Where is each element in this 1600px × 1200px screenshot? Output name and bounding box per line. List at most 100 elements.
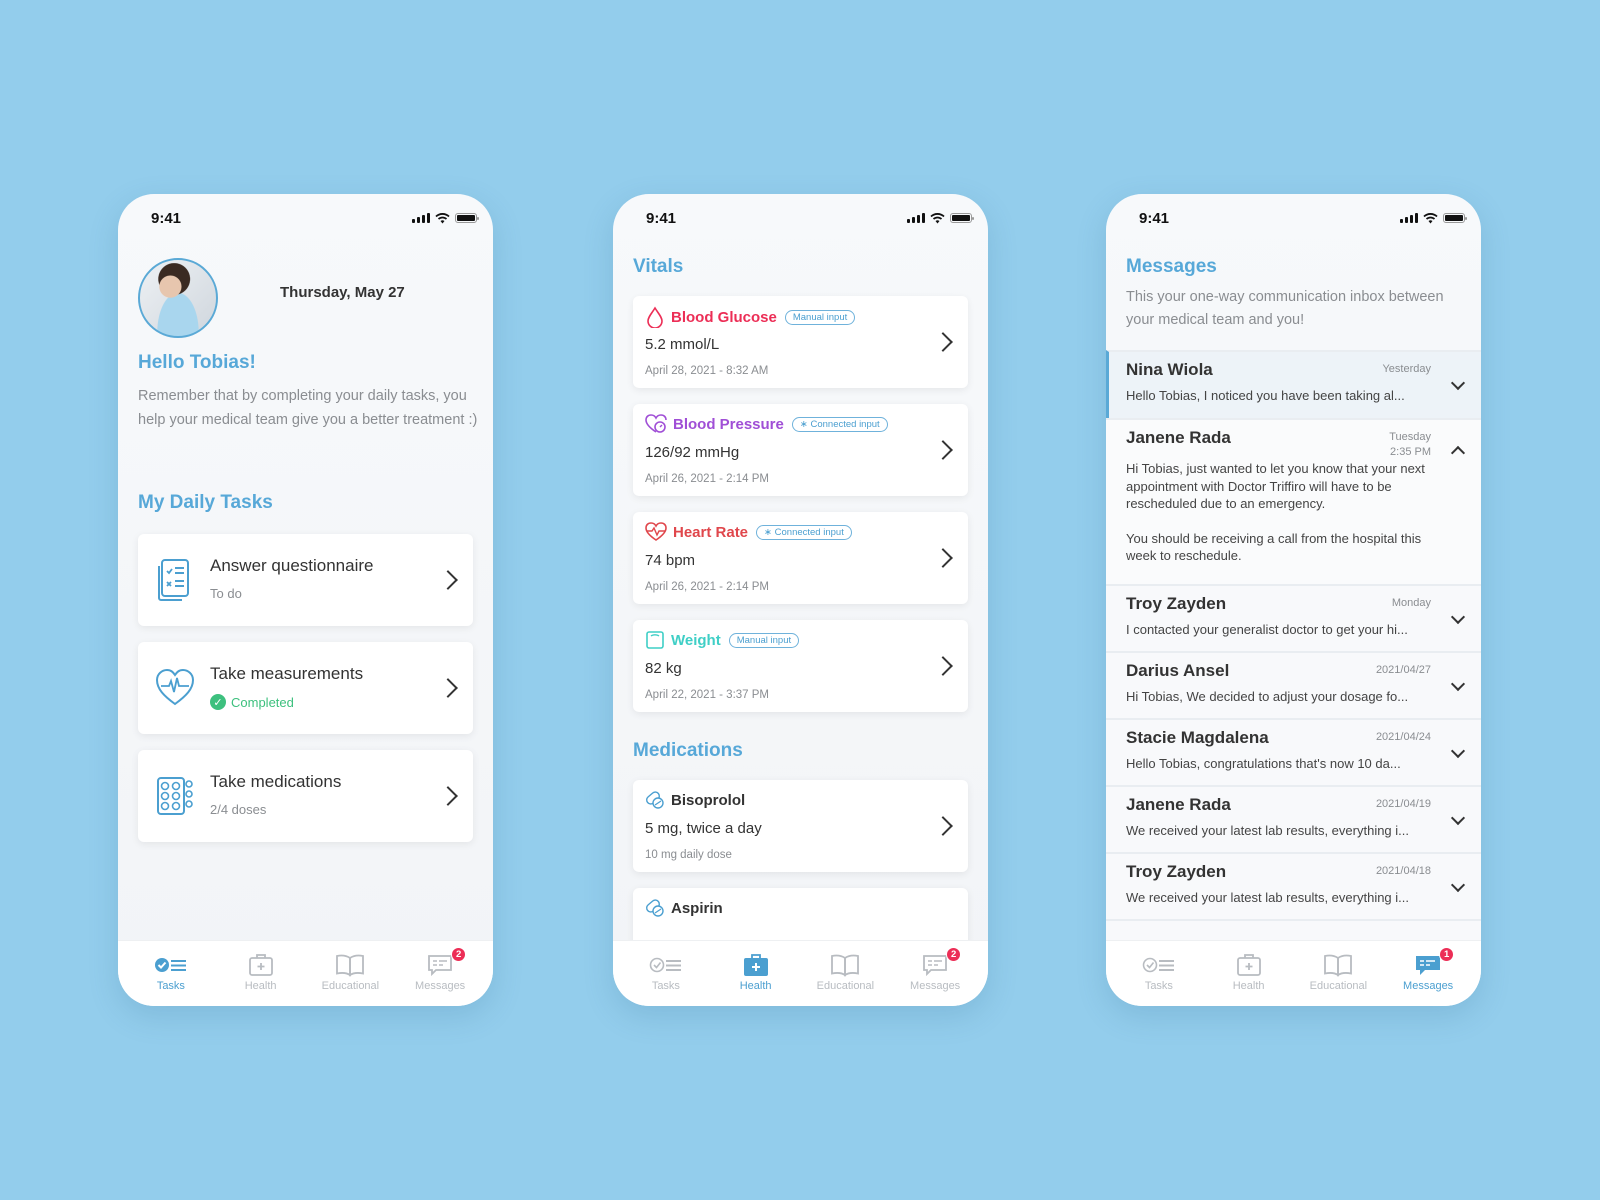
pill-icon [646, 791, 664, 809]
tab-health[interactable]: Health [221, 941, 301, 1006]
messages-screen: 9:41 Messages This your one-way communic… [1106, 194, 1481, 1006]
medkit-icon [248, 954, 273, 976]
chevron-right-icon [933, 440, 953, 460]
message-item[interactable]: Janene Rada 2021/04/19 We received your … [1106, 785, 1481, 852]
message-sender: Janene Rada [1126, 428, 1231, 447]
tab-health[interactable]: Health [1209, 941, 1289, 1006]
blood-drop-icon [647, 306, 663, 328]
task-card[interactable]: Answer questionnaire To do [138, 534, 473, 626]
questionnaire-icon [158, 559, 189, 601]
vital-date: April 22, 2021 - 3:37 PM [645, 689, 770, 701]
tab-label: Messages [1403, 980, 1454, 992]
tab-tasks[interactable]: Tasks [1119, 941, 1199, 1006]
vital-value: 5.2 mmol/L [645, 336, 720, 353]
vital-card-blood-pressure[interactable]: Blood Pressure ∗ Connected input 126/92 … [633, 404, 968, 496]
tab-messages[interactable]: Messages 2 [895, 941, 975, 1006]
medication-daily-dose: 10 mg daily dose [645, 849, 732, 861]
message-preview: We received your latest lab results, eve… [1126, 823, 1409, 838]
status-bar: 9:41 [613, 194, 988, 238]
chevron-down-icon[interactable] [1450, 743, 1466, 759]
book-icon [336, 954, 365, 977]
task-status-text: 2/4 doses [210, 802, 267, 817]
tag-text: Connected input [810, 418, 880, 430]
message-paragraph: You should be receiving a call from the … [1126, 530, 1422, 564]
tab-bar: Tasks Health Educational Messages 2 [118, 940, 493, 1006]
task-status-text: Completed [231, 694, 294, 710]
tab-label: Tasks [156, 980, 185, 992]
scale-icon [646, 631, 664, 649]
wifi-icon [930, 212, 945, 223]
tab-health[interactable]: Health [716, 941, 796, 1006]
signal-icon [907, 213, 925, 223]
tasks-icon [649, 957, 681, 973]
signal-icon [1400, 213, 1418, 223]
task-card[interactable]: Take medications 2/4 doses [138, 750, 473, 842]
status-time: 9:41 [646, 209, 677, 227]
tab-label: Health [1232, 980, 1265, 992]
message-item-expanded[interactable]: Janene Rada Tuesday 2:35 PM Hi Tobias, ju… [1106, 418, 1481, 584]
heart-pulse-icon [156, 668, 194, 706]
chevron-right-icon [438, 786, 458, 806]
vital-value: 74 bpm [645, 552, 696, 569]
status-time: 9:41 [151, 209, 182, 227]
chevron-down-icon[interactable] [1450, 877, 1466, 893]
message-list: Nina Wiola Yesterday Hello Tobias, I not… [1106, 350, 1481, 940]
task-status: To do [210, 586, 242, 601]
chevron-right-icon [933, 656, 953, 676]
input-type-tag: Manual input [784, 309, 856, 325]
medication-card[interactable]: Aspirin [633, 888, 968, 940]
vital-date: April 26, 2021 - 2:14 PM [645, 473, 770, 485]
task-title: Take measurements [210, 664, 364, 683]
book-icon [1324, 954, 1353, 977]
unread-badge: 1 [1439, 947, 1455, 962]
chevron-down-icon[interactable] [1450, 810, 1466, 826]
task-card[interactable]: Take measurements ✓ Completed [138, 642, 473, 734]
message-preview: We received your latest lab results, eve… [1126, 890, 1409, 905]
tab-messages[interactable]: Messages 2 [400, 941, 480, 1006]
tab-educational[interactable]: Educational [1298, 941, 1378, 1006]
message-item[interactable]: Nina Wiola Yesterday Hello Tobias, I not… [1106, 350, 1481, 418]
section-title: My Daily Tasks [138, 492, 273, 513]
message-item[interactable]: Troy Zayden 2021/04/18 We received your … [1106, 852, 1481, 919]
chevron-down-icon[interactable] [1450, 676, 1466, 692]
heart-rate-icon [645, 522, 667, 541]
tab-educational[interactable]: Educational [310, 941, 390, 1006]
chevron-down-icon[interactable] [1450, 375, 1466, 391]
message-time: 2:35 PM [1390, 446, 1431, 458]
chevron-up-icon[interactable] [1450, 445, 1466, 461]
chevron-right-icon [933, 548, 953, 568]
tab-tasks[interactable]: Tasks [626, 941, 706, 1006]
input-type-tag: ∗ Connected input [756, 524, 852, 540]
medication-name: Aspirin [671, 899, 723, 917]
tab-label: Health [244, 980, 277, 992]
wifi-icon [435, 212, 450, 223]
chevron-right-icon [438, 570, 458, 590]
vital-card-weight[interactable]: Weight Manual input 82 kg April 22, 2021… [633, 620, 968, 712]
message-date: Yesterday [1382, 363, 1431, 375]
chevron-down-icon[interactable] [1450, 609, 1466, 625]
tab-messages[interactable]: Messages 1 [1388, 941, 1468, 1006]
vital-card-heart-rate[interactable]: Heart Rate ∗ Connected input 74 bpm Apri… [633, 512, 968, 604]
message-item[interactable]: Troy Zayden Monday I contacted your gene… [1106, 584, 1481, 651]
vital-name: Weight [671, 631, 721, 649]
medkit-icon [1236, 954, 1261, 976]
health-screen: 9:41 Vitals Blood Glucose Manual input 5… [613, 194, 988, 1006]
tab-label: Health [739, 980, 772, 992]
message-item[interactable]: Darius Ansel 2021/04/27 Hi Tobias, We de… [1106, 651, 1481, 718]
message-item-partial[interactable] [1106, 919, 1481, 940]
tab-educational[interactable]: Educational [805, 941, 885, 1006]
medication-card[interactable]: Bisoprolol 5 mg, twice a day 10 mg daily… [633, 780, 968, 872]
pill-pack-icon [157, 777, 193, 815]
book-icon [831, 954, 860, 977]
avatar[interactable] [138, 258, 218, 338]
medication-name: Bisoprolol [671, 791, 746, 809]
message-item[interactable]: Stacie Magdalena 2021/04/24 Hello Tobias… [1106, 718, 1481, 785]
bluetooth-icon: ∗ [764, 526, 775, 538]
tab-label: Tasks [651, 980, 680, 992]
vital-date: April 28, 2021 - 8:32 AM [645, 365, 769, 377]
tab-tasks[interactable]: Tasks [131, 941, 211, 1006]
status-time: 9:41 [1139, 209, 1170, 227]
vital-card-blood-glucose[interactable]: Blood Glucose Manual input 5.2 mmol/L Ap… [633, 296, 968, 388]
tab-bar: Tasks Health Educational Messages 2 [613, 940, 988, 1006]
battery-icon [950, 213, 974, 223]
